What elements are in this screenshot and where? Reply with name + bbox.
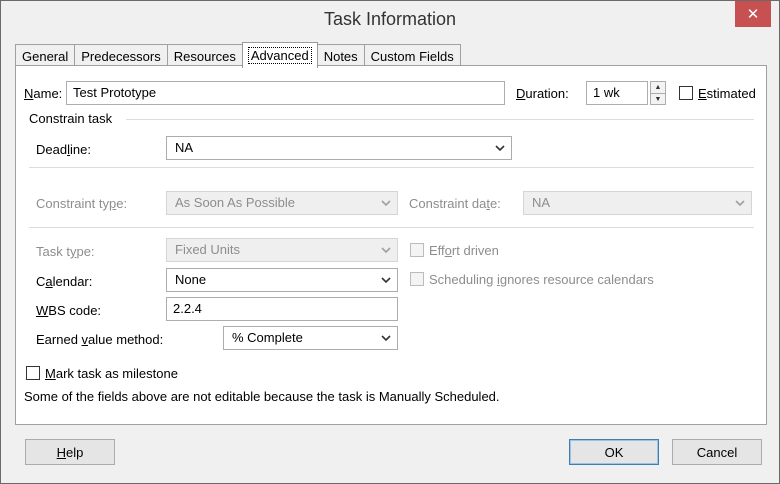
scheduling-ignores-label: Scheduling ignores resource calendars [429, 272, 654, 287]
task-type-value: Fixed Units [175, 242, 241, 257]
duration-spinner[interactable]: ▲ ▼ [650, 81, 666, 105]
constraint-date-select: NA [523, 191, 752, 215]
constraint-type-value: As Soon As Possible [175, 195, 295, 210]
wbs-code-input[interactable]: 2.2.4 [166, 297, 398, 321]
name-label: Name: [24, 86, 63, 101]
effort-driven-label: Effort driven [429, 243, 499, 258]
earned-value-label: Earned value method: [36, 332, 164, 347]
window-title: Task Information [323, 9, 457, 29]
calendar-select[interactable]: None [166, 268, 398, 292]
constraint-date-value: NA [532, 195, 551, 210]
chevron-down-icon [381, 247, 391, 254]
divider [29, 167, 754, 168]
tab-strip: General Predecessors Resources Advanced … [15, 42, 461, 68]
milestone-label: Mark task as milestone [45, 366, 178, 381]
tab-label: Notes [323, 49, 358, 64]
tab-label: General [22, 49, 69, 64]
chevron-down-icon [381, 277, 391, 284]
task-information-dialog: Task Information ✕ General Predecessors … [0, 0, 780, 484]
deadline-select[interactable]: NA [166, 136, 512, 160]
tab-label: Custom Fields [370, 49, 454, 64]
tab-label: Advanced [247, 47, 312, 64]
deadline-label: Deadline: [36, 142, 91, 157]
estimated-checkbox[interactable] [679, 86, 693, 100]
chevron-down-icon [495, 145, 505, 152]
constraint-date-label: Constraint date: [409, 196, 501, 211]
tab-label: Predecessors [81, 49, 161, 64]
spin-down-icon[interactable]: ▼ [651, 93, 665, 104]
tab-advanced[interactable]: Advanced [241, 42, 318, 68]
constraint-type-label: Constraint type: [36, 196, 128, 211]
help-button[interactable]: Help [25, 439, 115, 465]
cancel-button[interactable]: Cancel [672, 439, 762, 465]
duration-label: Duration: [516, 86, 569, 101]
calendar-label: Calendar: [36, 274, 93, 289]
task-type-select: Fixed Units [166, 238, 398, 262]
divider [29, 227, 754, 228]
constrain-task-heading: Constrain task [29, 111, 113, 126]
duration-input[interactable]: 1 wk [586, 81, 648, 105]
name-input[interactable]: Test Prototype [66, 81, 505, 105]
divider [126, 119, 754, 120]
chevron-down-icon [735, 200, 745, 207]
scheduling-ignores-checkbox [410, 272, 424, 286]
earned-value-value: % Complete [232, 330, 303, 345]
milestone-checkbox[interactable] [26, 366, 40, 380]
calendar-value: None [175, 272, 207, 287]
wbs-code-label: WBS code: [36, 303, 102, 318]
task-type-label: Task type: [36, 244, 95, 259]
effort-driven-checkbox [410, 243, 424, 257]
earned-value-select[interactable]: % Complete [223, 326, 398, 350]
title-bar: Task Information ✕ [1, 1, 779, 37]
manual-schedule-note: Some of the fields above are not editabl… [24, 389, 500, 404]
constraint-type-select: As Soon As Possible [166, 191, 398, 215]
ok-button[interactable]: OK [569, 439, 659, 465]
chevron-down-icon [381, 335, 391, 342]
tab-label: Resources [173, 49, 236, 64]
estimated-label: Estimated [698, 86, 756, 101]
advanced-panel: Name: Test Prototype Duration: 1 wk ▲ ▼ … [15, 65, 767, 425]
deadline-value: NA [175, 140, 194, 155]
chevron-down-icon [381, 200, 391, 207]
close-button[interactable]: ✕ [735, 1, 771, 27]
close-icon: ✕ [746, 6, 760, 23]
spin-up-icon[interactable]: ▲ [651, 82, 665, 93]
